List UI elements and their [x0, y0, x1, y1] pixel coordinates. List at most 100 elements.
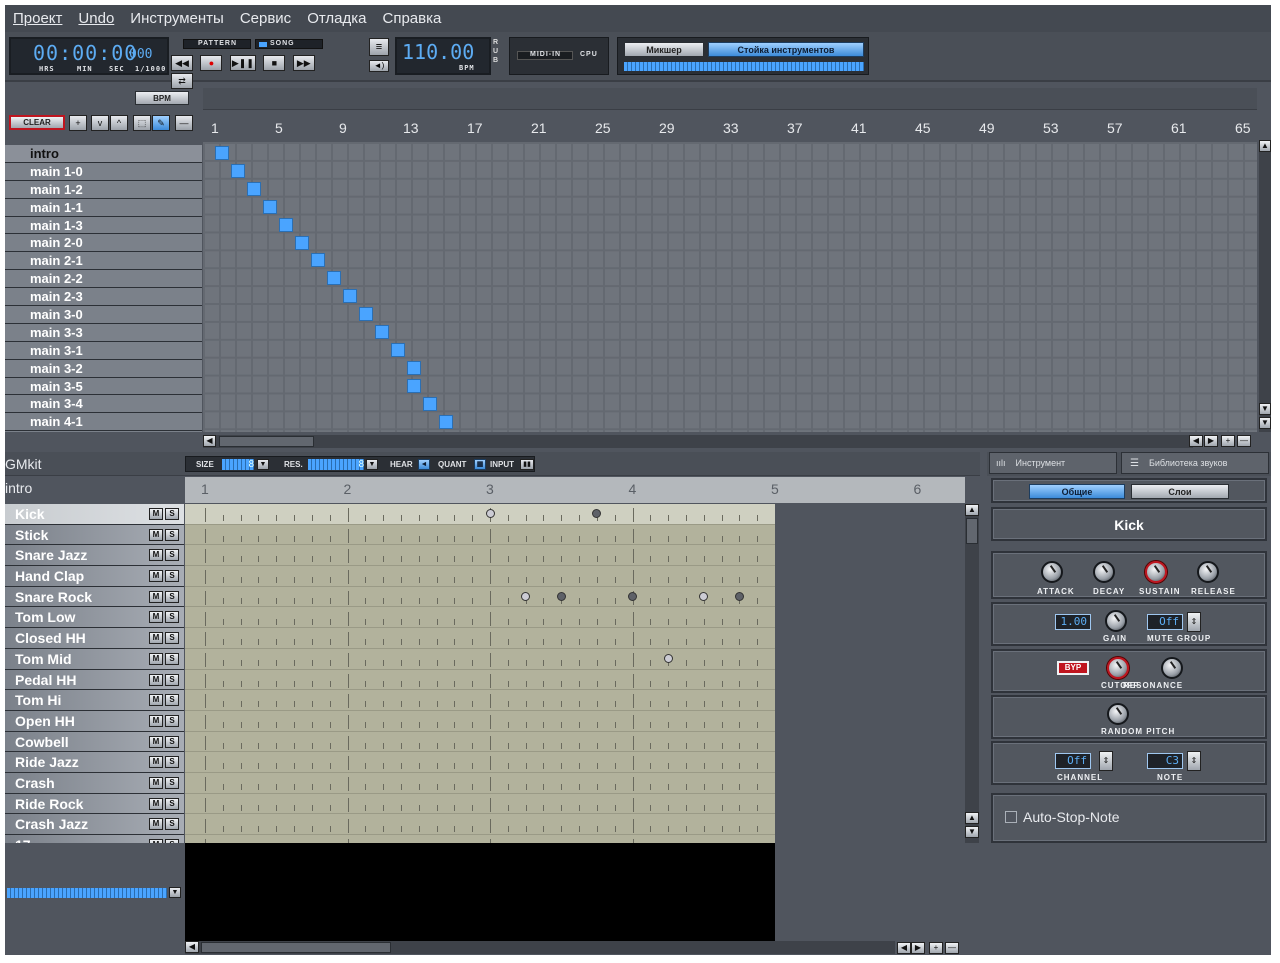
pattern-list-item[interactable]: intro [5, 145, 202, 163]
pattern-mode-button[interactable]: PATTERN [183, 39, 251, 49]
song-cell-active[interactable] [327, 271, 341, 286]
solo-button[interactable]: S [165, 735, 179, 748]
channel-spinner[interactable]: ⇕ [1099, 751, 1113, 771]
attack-knob[interactable] [1041, 561, 1063, 583]
note-grid-row[interactable] [185, 815, 775, 836]
add-pattern-button[interactable]: + [69, 115, 87, 131]
resonance-knob[interactable] [1161, 657, 1183, 679]
instrument-row[interactable]: Ride Jazz M S [5, 752, 184, 773]
input-toggle[interactable]: ▮▮ [520, 459, 534, 470]
note-grid-row[interactable] [185, 608, 775, 629]
song-cell-active[interactable] [215, 146, 229, 160]
note-grid-row[interactable] [185, 732, 775, 753]
note[interactable] [628, 591, 637, 601]
mute-button[interactable]: M [149, 714, 163, 727]
clear-button[interactable]: CLEAR [9, 115, 65, 130]
draw-mode-button[interactable]: ✎ [152, 115, 170, 131]
song-cell-active[interactable] [279, 217, 293, 232]
song-cell-active[interactable] [343, 289, 357, 304]
note-spinner[interactable]: ⇕ [1187, 751, 1201, 771]
instrument-row[interactable]: Crash M S [5, 772, 184, 794]
song-cell-active[interactable] [263, 199, 277, 214]
song-zoom-out-button[interactable]: — [1237, 435, 1251, 447]
mute-button[interactable]: M [149, 673, 163, 686]
solo-button[interactable]: S [165, 528, 179, 541]
tab-layers[interactable]: Слои [1131, 484, 1229, 499]
pe-scroll-down2-button[interactable]: ▼ [965, 826, 979, 838]
pattern-list-item[interactable]: main 3-3 [5, 323, 202, 342]
select-mode-button[interactable]: ⬚ [133, 115, 151, 131]
auto-stop-checkbox[interactable] [1005, 811, 1017, 823]
pe-zoom-in-button[interactable]: + [929, 942, 943, 954]
note-grid-row[interactable] [185, 566, 775, 587]
move-up-button[interactable]: ^ [110, 115, 128, 131]
filter-bypass-button[interactable]: BYP [1057, 661, 1089, 675]
song-scroll-down-button[interactable]: ▼ [1259, 403, 1271, 415]
instrument-row[interactable]: Hand Clap M S [5, 566, 184, 587]
quant-toggle[interactable]: ▦ [474, 459, 486, 470]
bpm-button[interactable]: BPM [135, 91, 189, 105]
tab-general[interactable]: Общие [1029, 484, 1125, 499]
song-scroll-left2-button[interactable]: ◀ [1189, 435, 1203, 447]
note-grid[interactable] [185, 504, 775, 843]
mute-button[interactable]: M [149, 528, 163, 541]
solo-button[interactable]: S [165, 611, 179, 624]
menu-help[interactable]: Справка [374, 5, 449, 32]
instrument-row[interactable]: Stick M S [5, 524, 184, 546]
mute-button[interactable]: M [149, 508, 163, 520]
song-cell-active[interactable] [247, 181, 261, 196]
mute-button[interactable]: M [149, 839, 163, 843]
song-mode-button[interactable]: SONG [255, 39, 323, 49]
note[interactable] [521, 591, 531, 601]
hear-toggle[interactable]: ◄ [418, 459, 430, 470]
mute-button[interactable]: M [149, 818, 163, 831]
solo-button[interactable]: S [165, 714, 179, 727]
note-grid-row[interactable] [185, 752, 775, 774]
song-cell-active[interactable] [391, 342, 405, 357]
solo-button[interactable]: S [165, 694, 179, 707]
instrument-rack-button[interactable]: Стойка инструментов [708, 42, 864, 57]
mute-button[interactable]: M [149, 735, 163, 748]
solo-button[interactable]: S [165, 797, 179, 810]
pe-hscroll-thumb[interactable] [201, 942, 391, 953]
note-grid-row[interactable] [185, 649, 775, 670]
song-hscroll-thumb[interactable] [219, 436, 314, 447]
note[interactable] [556, 591, 566, 601]
pe-vscrollbar[interactable]: ▲ ▲ ▼ [965, 504, 979, 843]
song-scroll-up-button[interactable]: ▲ [1259, 140, 1271, 152]
song-cell-active[interactable] [407, 378, 421, 393]
pattern-list-item[interactable]: main 3-0 [5, 306, 202, 324]
instrument-row[interactable]: 17 MS [5, 835, 184, 843]
bpm-tap-button[interactable]: ≡ [369, 38, 389, 56]
pe-zoom-out-button[interactable]: — [945, 942, 959, 954]
mute-button[interactable]: M [149, 632, 163, 645]
song-cell-active[interactable] [407, 360, 421, 375]
pattern-list-item[interactable]: main 2-0 [5, 234, 202, 253]
pattern-list-item[interactable]: main 3-1 [5, 341, 202, 360]
mute-button[interactable]: M [149, 776, 163, 789]
pattern-list-item[interactable]: main 1-2 [5, 180, 202, 199]
song-vscrollbar[interactable]: ▲ ▼ ▼ [1259, 140, 1271, 432]
gain-knob[interactable] [1105, 610, 1127, 632]
mute-button[interactable]: M [149, 652, 163, 665]
menu-project[interactable]: Проект [5, 5, 70, 32]
instrument-row[interactable]: Pedal HH M S [5, 669, 184, 691]
note-grid-row[interactable] [185, 545, 775, 567]
instrument-row[interactable]: Kick M S [5, 504, 184, 525]
note-grid-row[interactable] [185, 670, 775, 691]
pe-vscroll-thumb[interactable] [966, 518, 978, 544]
solo-button[interactable]: S [165, 756, 179, 769]
pattern-list-item[interactable]: main 3-2 [5, 359, 202, 378]
metronome-button[interactable]: ◄) [369, 60, 389, 72]
song-zoom-in-button[interactable]: + [1221, 435, 1235, 447]
song-scroll-right-button[interactable]: ▶ [1204, 435, 1218, 447]
menu-undo[interactable]: Undo [70, 5, 122, 32]
solo-button[interactable]: S [165, 818, 179, 831]
note-grid-row[interactable] [185, 690, 775, 711]
move-down-button[interactable]: v [91, 115, 109, 131]
song-cell-active[interactable] [359, 307, 373, 322]
mixer-button[interactable]: Микшер [624, 42, 704, 57]
song-cell-active[interactable] [231, 163, 245, 178]
song-cell-active[interactable] [439, 414, 453, 429]
pattern-list-item[interactable]: main 3-5 [5, 377, 202, 396]
